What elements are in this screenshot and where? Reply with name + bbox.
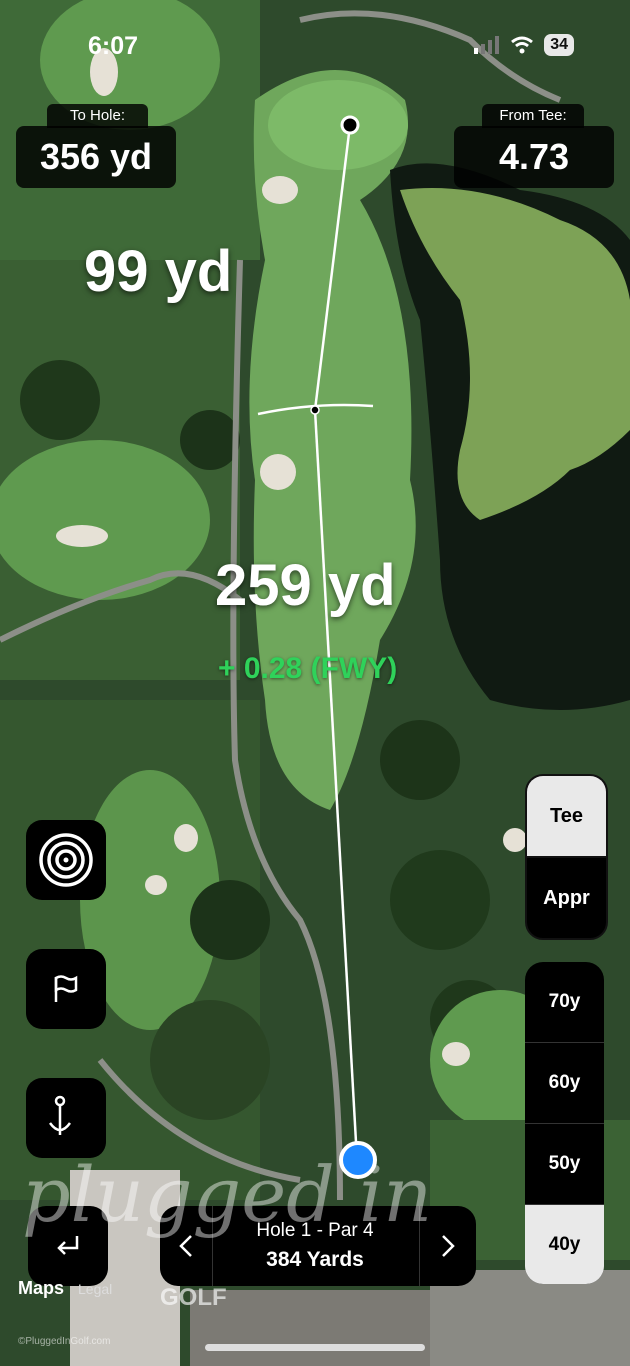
maps-attribution: Maps Legal [18,1278,112,1299]
flag-button[interactable] [26,949,106,1029]
hole-yards: 384 Yards [266,1248,364,1271]
status-bar: 6:07 34 [0,30,630,66]
hole-pin-marker [340,115,360,135]
signal-icon [474,36,500,54]
distance-option-60[interactable]: 60y [525,1043,604,1124]
legal-link[interactable]: Legal [78,1281,112,1297]
flag-icon [54,975,78,1002]
chevron-right-icon [442,1235,455,1257]
watermark-copyright: ©PluggedInGolf.com [18,1336,111,1347]
apple-maps-logo: Maps [18,1278,65,1298]
watermark-golf: GOLF [160,1284,227,1311]
battery-icon: 34 [544,34,574,56]
target-point [310,405,320,415]
status-icons: 34 [474,34,574,56]
home-indicator[interactable] [205,1344,425,1351]
target-button[interactable] [26,820,106,900]
lower-distance-label: 259 yd [215,553,396,618]
distance-selector: 70y 60y 50y 40y [525,962,604,1284]
to-hole-label: To Hole: [47,104,148,128]
tee-approach-toggle: Tee Appr [525,774,608,940]
from-tee-label: From Tee: [482,104,584,128]
distance-option-70[interactable]: 70y [525,962,604,1043]
upper-distance-label: 99 yd [84,239,233,304]
watermark-brand: plugged in [22,1150,433,1239]
status-time: 6:07 [88,32,139,60]
pin-icon [48,1095,72,1135]
distance-option-40[interactable]: 40y [525,1205,604,1284]
strokes-gained-label: + 0.28 (FWY) [218,652,398,685]
to-hole-value: 356 yd [16,126,176,188]
from-tee-value: 4.73 [454,126,614,188]
target-icon [39,833,93,887]
tee-toggle-button[interactable]: Tee [527,776,606,858]
approach-toggle-button[interactable]: Appr [527,858,606,938]
distance-option-50[interactable]: 50y [525,1124,604,1205]
wifi-icon [511,36,534,54]
pin-button[interactable] [26,1078,106,1158]
